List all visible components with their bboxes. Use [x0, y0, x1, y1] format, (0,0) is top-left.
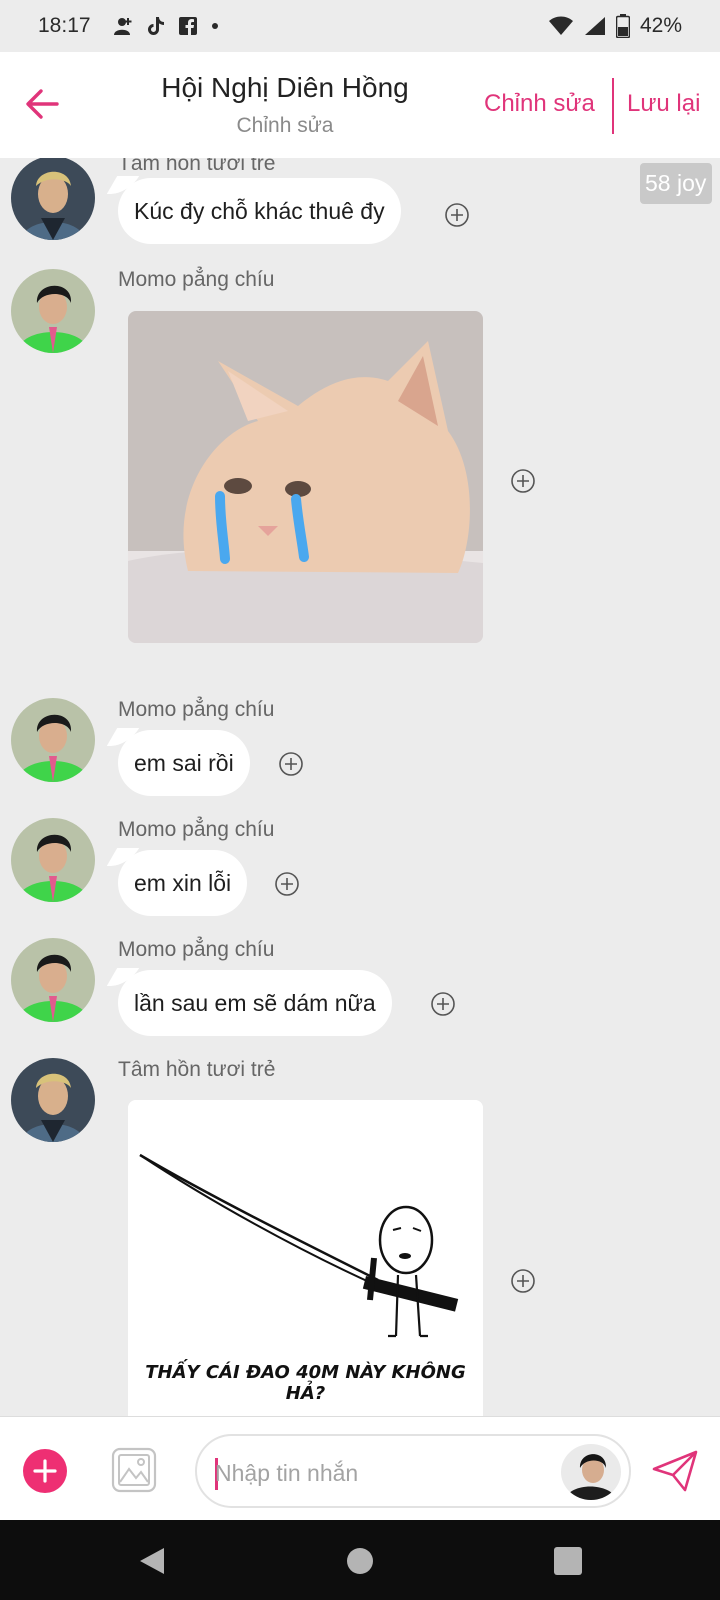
- message-bubble[interactable]: Kúc đy chỗ khác thuê đy: [118, 178, 401, 244]
- add-reaction-button[interactable]: [274, 871, 300, 897]
- sender-name: Tâm hồn tươi trẻ: [118, 1058, 276, 1081]
- add-reaction-button[interactable]: [510, 1268, 536, 1294]
- avatar-green-shirt-man-image: [11, 269, 95, 353]
- sticker-avatar-button[interactable]: [561, 1444, 621, 1500]
- gallery-button[interactable]: [111, 1447, 157, 1493]
- plus-icon: [33, 1459, 57, 1483]
- send-icon: [652, 1450, 698, 1492]
- person-add-icon: [113, 16, 133, 36]
- add-attachment-button[interactable]: [23, 1449, 67, 1493]
- message-list[interactable]: 58 joy Tâm hồn tươi trẻ Kúc đy chỗ khác …: [0, 158, 720, 1416]
- plus-circle-icon: [445, 203, 469, 227]
- tiktok-icon: [147, 16, 165, 36]
- plus-circle-icon: [275, 872, 299, 896]
- nav-recents-button[interactable]: [554, 1547, 582, 1575]
- status-time: 18:17: [38, 14, 91, 37]
- message-text: lần sau em sẽ dám nữa: [134, 989, 376, 1016]
- avatar[interactable]: [11, 269, 95, 353]
- nav-back-button[interactable]: [138, 1546, 166, 1581]
- sender-name: Momo pẳng chíu: [118, 818, 275, 841]
- avatar[interactable]: [11, 158, 95, 240]
- avatar-green-shirt-man-image: [11, 938, 95, 1022]
- signal-icon: [584, 16, 606, 36]
- message-text: em xin lỗi: [134, 869, 232, 896]
- avatar[interactable]: [11, 1058, 95, 1142]
- add-reaction-button[interactable]: [278, 751, 304, 777]
- message-text: Kúc đy chỗ khác thuê đy: [134, 197, 385, 224]
- status-bar: 18:17 42%: [0, 0, 720, 52]
- wifi-icon: [548, 16, 574, 36]
- crying-cat-sticker[interactable]: [128, 311, 483, 643]
- avatar[interactable]: [11, 698, 95, 782]
- avatar[interactable]: [11, 938, 95, 1022]
- add-reaction-button[interactable]: [430, 991, 456, 1017]
- crying-cat-image: [128, 311, 483, 643]
- battery-percent: 42%: [639, 14, 682, 37]
- message-bubble[interactable]: em sai rồi: [118, 730, 250, 796]
- avatar[interactable]: [11, 818, 95, 902]
- dot-icon: [211, 22, 219, 30]
- add-reaction-button[interactable]: [510, 468, 536, 494]
- sender-name: Tâm hồn tươi trẻ: [118, 158, 276, 175]
- image-gallery-icon: [111, 1447, 157, 1493]
- plus-circle-icon: [431, 992, 455, 1016]
- chat-title: Hội Nghị Diên Hồng: [161, 72, 409, 103]
- battery-icon: [615, 14, 630, 38]
- message-input-bar: Nhập tin nhắn: [0, 1416, 720, 1520]
- plus-circle-icon: [511, 469, 535, 493]
- back-button[interactable]: [24, 84, 60, 124]
- system-navigation-bar: [0, 1520, 720, 1600]
- message-text: em sai rồi: [134, 749, 234, 776]
- edit-button[interactable]: Chỉnh sửa: [484, 90, 595, 118]
- message-bubble[interactable]: lần sau em sẽ dám nữa: [118, 970, 392, 1036]
- send-button[interactable]: [651, 1449, 699, 1493]
- meme-caption: THẤY CÁI ĐAO 40M NÀY KHÔNG HẢ?: [145, 1362, 466, 1404]
- message-bubble[interactable]: em xin lỗi: [118, 850, 248, 916]
- plus-circle-icon: [279, 752, 303, 776]
- add-reaction-button[interactable]: [444, 202, 470, 228]
- sender-name: Momo pẳng chíu: [118, 938, 275, 961]
- reaction-count-badge: 58 joy: [640, 163, 713, 204]
- sender-name: Momo pẳng chíu: [118, 268, 275, 291]
- chat-subtitle: Chỉnh sửa: [236, 114, 334, 137]
- triangle-back-icon: [140, 1548, 164, 1574]
- message-placeholder: Nhập tin nhắn: [215, 1460, 359, 1486]
- sender-name: Momo pẳng chíu: [118, 698, 275, 721]
- avatar-blond-man-image: [11, 1058, 95, 1142]
- header-divider: [612, 78, 614, 134]
- chat-header: Hội Nghị Diên Hồng Chỉnh sửa Chỉnh sửa L…: [0, 52, 720, 158]
- avatar-dark-hair-man-image: [561, 1444, 621, 1500]
- avatar-green-shirt-man-image: [11, 698, 95, 782]
- arrow-left-icon: [26, 89, 59, 119]
- sword-meme-sticker[interactable]: THẤY CÁI ĐAO 40M NÀY KHÔNG HẢ?: [128, 1100, 483, 1416]
- nav-home-button[interactable]: [347, 1548, 373, 1574]
- facebook-icon: [178, 17, 197, 35]
- message-input[interactable]: Nhập tin nhắn: [195, 1434, 631, 1508]
- avatar-green-shirt-man-image: [11, 818, 95, 902]
- save-button[interactable]: Lưu lại: [627, 90, 700, 118]
- plus-circle-icon: [511, 1269, 535, 1293]
- avatar-blond-man-image: [11, 158, 95, 240]
